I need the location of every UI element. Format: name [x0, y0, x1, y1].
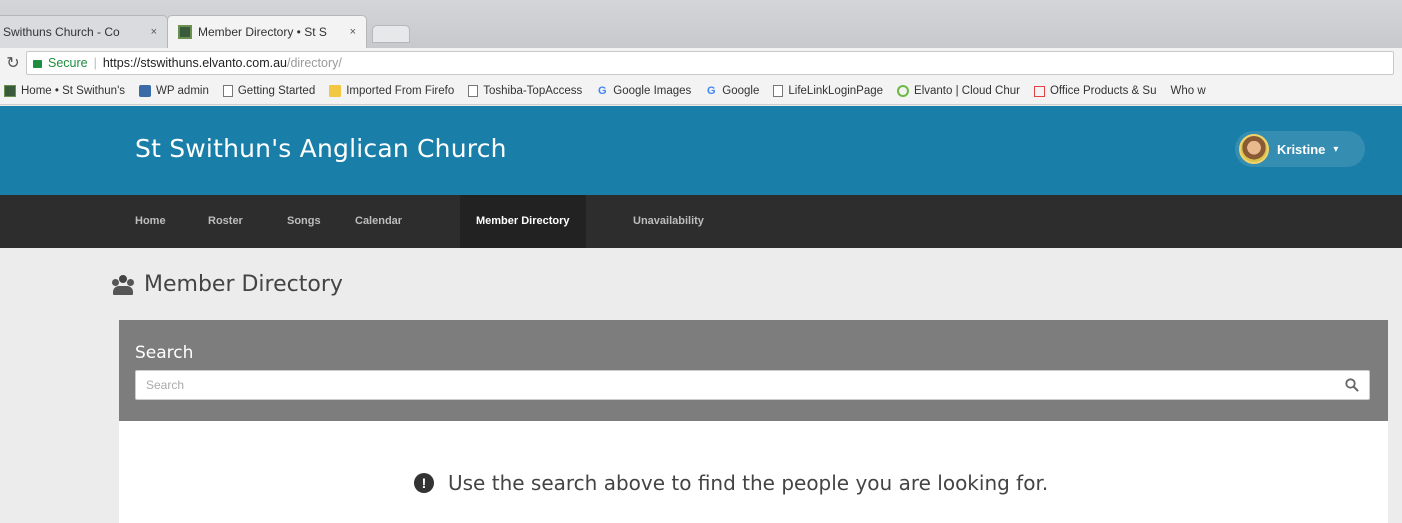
bookmark-label: Home • St Swithun's — [21, 85, 126, 97]
reload-icon[interactable]: ↻ — [0, 53, 26, 73]
google-icon: G — [707, 85, 716, 97]
elvanto-icon — [178, 25, 192, 39]
bookmark-getting-started[interactable]: Getting Started — [222, 85, 316, 97]
bookmark-office-products[interactable]: Office Products & Su — [1033, 85, 1157, 97]
bookmark-label: Elvanto | Cloud Chur — [914, 85, 1020, 97]
main-nav: Home Roster Songs Calendar Member Direct… — [0, 195, 1402, 248]
bookmark-elvanto-cloud-church[interactable]: Elvanto | Cloud Chur — [897, 85, 1020, 97]
bookmark-label: WP admin — [156, 85, 209, 97]
search-panel: Search — [119, 320, 1388, 421]
browser-tab-strip: Swithuns Church - Co × Member Directory … — [0, 0, 1402, 48]
address-bar: ↻ Secure | https://stswithuns.elvanto.co… — [0, 48, 1402, 78]
bookmark-who[interactable]: Who w — [1170, 85, 1205, 97]
url-separator: | — [93, 56, 97, 70]
bookmark-label: Imported From Firefo — [346, 85, 455, 97]
office-icon — [1033, 85, 1045, 97]
browser-tab-swithuns-church[interactable]: Swithuns Church - Co × — [0, 15, 168, 48]
site-header: St Swithun's Anglican Church Kristine ▾ — [0, 106, 1402, 195]
bookmark-label: LifeLinkLoginPage — [788, 85, 884, 97]
nav-item-calendar[interactable]: Calendar — [355, 195, 402, 248]
bookmark-wp-admin[interactable]: WP admin — [139, 85, 209, 97]
results-panel: ! Use the search above to find the peopl… — [119, 421, 1388, 523]
bookmark-home-st-swithuns[interactable]: Home • St Swithun's — [4, 85, 125, 97]
user-name: Kristine — [1277, 141, 1326, 157]
browser-tab-member-directory[interactable]: Member Directory • St S × — [167, 15, 367, 48]
nav-item-roster[interactable]: Roster — [208, 195, 243, 248]
bookmark-google[interactable]: G Google — [705, 85, 759, 97]
url-path: /directory/ — [286, 56, 342, 70]
page-icon — [773, 85, 784, 97]
bookmark-label: Google Images — [613, 85, 692, 97]
wordpress-icon — [139, 85, 152, 97]
site-title[interactable]: St Swithun's Anglican Church — [135, 134, 507, 163]
avatar — [1239, 134, 1269, 164]
tab-title: Swithuns Church - Co — [3, 25, 120, 39]
search-input[interactable] — [135, 370, 1370, 400]
bookmark-google-images[interactable]: G Google Images — [596, 85, 691, 97]
bookmark-lifelink-login-page[interactable]: LifeLinkLoginPage — [773, 85, 883, 97]
secure-label: Secure — [48, 56, 88, 70]
new-tab-button[interactable] — [372, 25, 410, 43]
close-icon[interactable]: × — [350, 26, 356, 38]
page-icon — [468, 85, 479, 97]
google-icon: G — [598, 85, 607, 97]
bookmark-imported-from-firefox[interactable]: Imported From Firefo — [329, 85, 454, 97]
nav-item-home[interactable]: Home — [135, 195, 166, 248]
close-icon[interactable]: × — [151, 26, 157, 38]
nav-item-unavailability[interactable]: Unavailability — [633, 195, 704, 248]
tab-title: Member Directory • St S — [198, 25, 327, 39]
users-icon — [112, 274, 134, 295]
url-input[interactable]: Secure | https://stswithuns.elvanto.com.… — [26, 51, 1394, 75]
user-menu-button[interactable]: Kristine ▾ — [1235, 131, 1365, 167]
lock-icon — [33, 60, 42, 68]
search-label: Search — [135, 343, 194, 363]
bookmark-label: Toshiba-TopAccess — [483, 85, 583, 97]
nav-item-member-directory[interactable]: Member Directory — [460, 195, 586, 248]
info-message-text: Use the search above to find the people … — [448, 471, 1049, 495]
folder-icon — [329, 85, 342, 97]
bookmark-label: Who w — [1170, 85, 1206, 97]
bookmark-label: Getting Started — [237, 85, 316, 97]
bookmark-toshiba-topaccess[interactable]: Toshiba-TopAccess — [468, 85, 582, 97]
bookmarks-bar: Home • St Swithun's WP admin Getting Sta… — [0, 78, 1402, 105]
bookmark-label: Google — [722, 85, 760, 97]
page-icon — [222, 85, 233, 97]
url-base: https://stswithuns.elvanto.com.au — [102, 56, 287, 70]
page-title: Member Directory — [112, 272, 343, 297]
nav-item-songs[interactable]: Songs — [287, 195, 321, 248]
chevron-down-icon: ▾ — [1333, 143, 1339, 155]
elvanto-icon — [897, 85, 910, 97]
info-message: ! Use the search above to find the peopl… — [414, 471, 1048, 495]
elvanto-icon — [4, 85, 16, 97]
page-title-text: Member Directory — [144, 272, 343, 297]
search-icon[interactable] — [1344, 377, 1360, 393]
info-icon: ! — [414, 473, 434, 493]
bookmark-label: Office Products & Su — [1049, 85, 1157, 97]
